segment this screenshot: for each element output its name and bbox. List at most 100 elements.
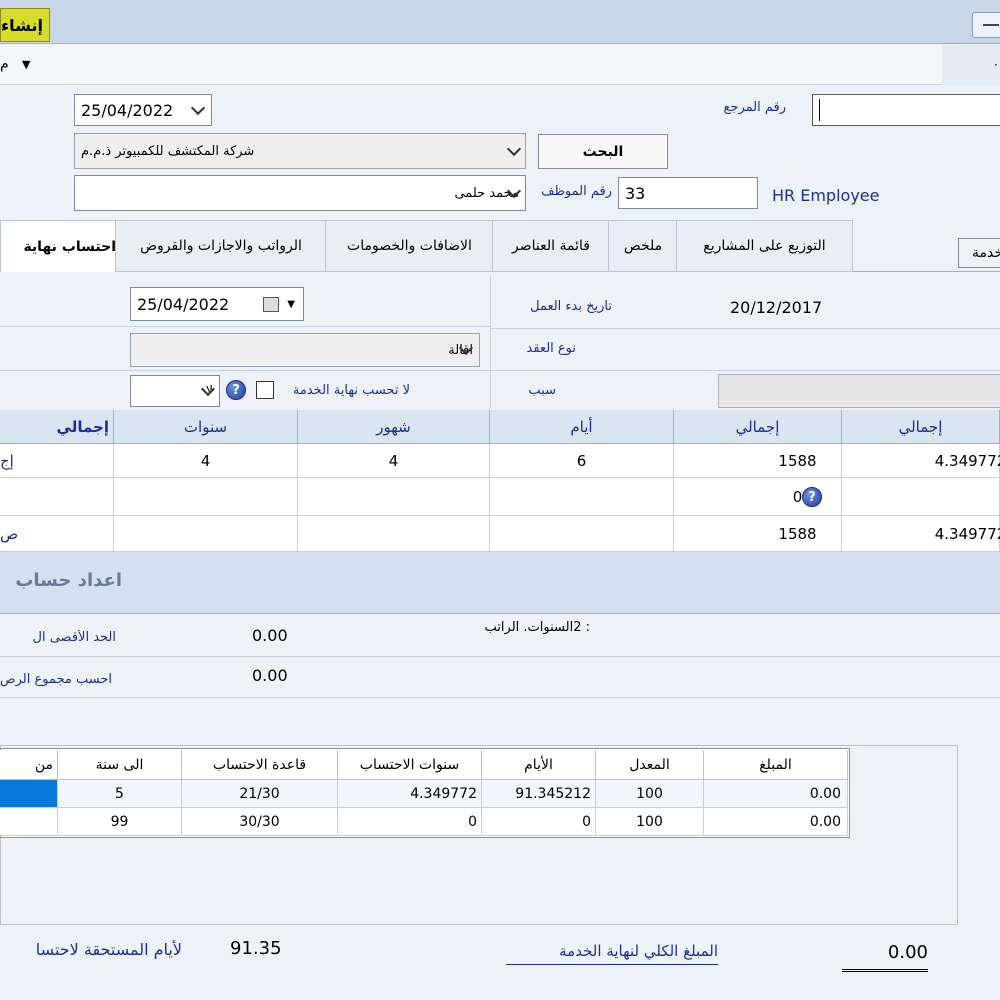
date-field[interactable]: 25/04/2022	[74, 94, 212, 126]
start-date-label: تاريخ بدء العمل	[530, 299, 612, 314]
brackets-cell-rate[interactable]: 100	[596, 808, 704, 836]
menu-label[interactable]: م	[0, 56, 14, 72]
chevron-down-icon[interactable]	[190, 100, 206, 116]
grid-cell-months: 4	[298, 444, 490, 478]
brackets-cell-from[interactable]	[0, 780, 58, 808]
menu-bar-end	[942, 45, 1000, 85]
no-value-select[interactable]: لا	[130, 375, 220, 407]
tab-salaries-leaves-loans[interactable]: الرواتب والاجازات والقروض	[115, 220, 327, 272]
calc-date-field[interactable]: 25/04/2022 ▼	[130, 287, 304, 321]
brackets-header-rate: المعدل	[596, 750, 704, 780]
grid-cell-total-days: 1588	[674, 516, 842, 552]
divider	[0, 326, 490, 327]
grid-header-years: سنوات	[114, 410, 298, 444]
help-icon[interactable]: ?	[802, 487, 822, 507]
menu-dropdown-icon[interactable]: ▼	[22, 58, 30, 71]
brackets-cell-rule[interactable]: 21/30	[182, 780, 338, 808]
grid-row-label	[0, 478, 114, 516]
brackets-cell-amount[interactable]: 0.00	[704, 808, 848, 836]
employee-no-label: رقم الموظف	[541, 184, 612, 199]
divider	[490, 276, 491, 408]
grid-cell-days	[490, 478, 674, 516]
grid-cell-years	[114, 478, 298, 516]
no-calc-checkbox[interactable]	[256, 381, 274, 399]
company-value: شركة المكتشف للكمبيوتر ذ.م.م	[81, 143, 255, 159]
brackets-header-rule: قاعدة الاحتساب	[182, 750, 338, 780]
contract-type-label: نوع العقد	[526, 341, 576, 356]
employee-no-value: 33	[625, 183, 646, 203]
salary-years-note: : 2السنوات. الراتب	[484, 620, 590, 635]
calc-date-value: 25/04/2022	[137, 294, 230, 314]
termination-type-select[interactable]: اقالة	[130, 333, 480, 367]
brackets-header-years: سنوات الاحتساب	[338, 750, 482, 780]
due-days-label: لأيام المستحقة لاحتسا	[35, 940, 182, 959]
grid-cell-days	[490, 516, 674, 552]
brackets-cell-rate[interactable]: 100	[596, 780, 704, 808]
company-select[interactable]: شركة المكتشف للكمبيوتر ذ.م.م	[74, 133, 526, 169]
divider	[490, 370, 1000, 371]
minimize-icon	[983, 24, 999, 26]
grid-header-days: أيام	[490, 410, 674, 444]
chevron-down-icon[interactable]	[506, 141, 522, 157]
settings-section-title: اعداد حساب	[15, 570, 122, 591]
grid-cell-months	[298, 516, 490, 552]
tab-summary[interactable]: ملخص	[608, 220, 678, 272]
max-amount-value: 0.00	[252, 626, 288, 645]
date-value: 25/04/2022	[81, 100, 174, 120]
reason-input[interactable]	[718, 374, 1000, 408]
brackets-header-days: الأيام	[482, 750, 596, 780]
brackets-cell-years[interactable]: 4.349772	[338, 780, 482, 808]
employee-name-select[interactable]: محمد حلمى	[74, 175, 526, 211]
divider	[0, 370, 490, 371]
brackets-cell-from[interactable]	[0, 808, 58, 836]
divider	[0, 697, 1000, 698]
divider	[490, 328, 1000, 329]
help-icon[interactable]: ?	[226, 380, 246, 400]
grid-cell-days: 6	[490, 444, 674, 478]
search-button[interactable]: البحث	[538, 134, 668, 169]
brackets-header-amount: المبلغ	[704, 750, 848, 780]
grid-header-months: شهور	[298, 410, 490, 444]
brackets-header-from: من	[0, 750, 58, 780]
tab-additions-deductions[interactable]: الاضافات والخصومات	[325, 220, 494, 272]
grid-header-total-label: إجمالي	[0, 410, 114, 444]
grid-cell-total-years: 4.349772	[842, 516, 1000, 552]
dropdown-arrow-icon[interactable]: ▼	[287, 299, 295, 310]
employee-no-input[interactable]: 33	[618, 177, 758, 209]
grid-cell-years: 4	[114, 444, 298, 478]
salary-sum-value: 0.00	[252, 666, 288, 685]
grid-cell-total-years	[842, 478, 1000, 516]
grid-header-total-days: إجمالي	[674, 410, 842, 444]
brackets-cell-amount[interactable]: 0.00	[704, 780, 848, 808]
max-amount-label: الحد الأقصى ال	[32, 630, 116, 645]
brackets-cell-days[interactable]: 91.345212	[482, 780, 596, 808]
settings-section-header	[0, 552, 1000, 614]
grid-cell-total-years: 4.349772	[842, 444, 1000, 478]
no-calc-label: لا تحسب نهاية الخدمة	[292, 383, 410, 398]
brackets-cell-years[interactable]: 0	[338, 808, 482, 836]
menu-overflow-icon[interactable]: ·	[994, 58, 998, 72]
grid-header-total-years: إجمالي	[842, 410, 1000, 444]
minimize-button[interactable]	[972, 12, 1000, 38]
new-button[interactable]: إنشاء	[0, 8, 50, 42]
grid-cell-years	[114, 516, 298, 552]
tab-project-distribution[interactable]: التوزيع على المشاريع	[676, 220, 853, 272]
due-days-value: 91.35	[230, 938, 282, 959]
divider	[0, 656, 1000, 657]
reference-label: رقم المرجع	[723, 100, 787, 115]
reason-label: سبب	[528, 383, 556, 398]
start-date-value: 20/12/2017	[730, 298, 823, 317]
reference-input[interactable]	[812, 94, 1000, 126]
brackets-cell-to[interactable]: 99	[58, 808, 182, 836]
title-bar	[0, 0, 1000, 44]
brackets-cell-days[interactable]: 0	[482, 808, 596, 836]
tab-end-of-service[interactable]: احتساب نهاية	[0, 220, 127, 273]
grid-row-label: ص	[0, 516, 114, 552]
brackets-header-to: الى سنة	[58, 750, 182, 780]
brackets-cell-rule[interactable]: 30/30	[182, 808, 338, 836]
tab-items-list[interactable]: قائمة العناصر	[492, 220, 610, 272]
calendar-icon[interactable]	[263, 297, 279, 312]
hr-employee-link[interactable]: HR Employee	[772, 186, 879, 205]
brackets-cell-to[interactable]: 5	[58, 780, 182, 808]
salary-sum-label: احسب مجموع الرص	[0, 672, 112, 687]
